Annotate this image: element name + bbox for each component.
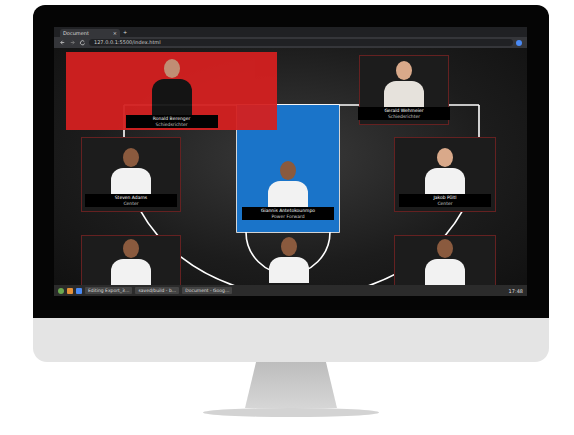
monitor-base bbox=[203, 408, 379, 417]
player-label: Gerald Wehmeier Schiedsrichter bbox=[358, 107, 450, 120]
player-photo bbox=[382, 61, 426, 107]
player-card[interactable] bbox=[81, 235, 181, 285]
taskbar-item[interactable]: Editing Export_3… bbox=[85, 287, 132, 294]
taskbar-item[interactable]: Document - Goog… bbox=[182, 287, 232, 294]
court: Ronald Berenger Schiedsrichter Gerald We… bbox=[54, 48, 527, 285]
monitor-bezel: Document × + 127.0.0.1:5500/index.html R… bbox=[33, 5, 549, 318]
player-name: Gerald Wehmeier bbox=[384, 108, 423, 114]
player-photo bbox=[423, 148, 467, 194]
player-role: Schiedsrichter bbox=[388, 114, 420, 120]
player-card[interactable]: Ronald Berenger Schiedsrichter bbox=[66, 52, 277, 130]
monitor-chin bbox=[33, 318, 549, 362]
player-photo bbox=[109, 239, 153, 285]
browser-tab[interactable]: Document × bbox=[60, 29, 120, 37]
taskbar: Editing Export_3…saved/build - b…Documen… bbox=[54, 285, 527, 296]
forward-icon[interactable] bbox=[69, 39, 76, 46]
player-label: Giannis Antetokounmpo Power Forward bbox=[242, 207, 334, 220]
url-field[interactable]: 127.0.0.1:5500/index.html bbox=[89, 39, 513, 46]
player-photo bbox=[423, 239, 467, 285]
screen: Document × + 127.0.0.1:5500/index.html R… bbox=[54, 27, 527, 296]
player-photo bbox=[147, 59, 197, 115]
player-name: Steven Adams bbox=[115, 195, 147, 201]
player-photo bbox=[267, 237, 311, 283]
player-card[interactable] bbox=[394, 235, 496, 285]
browser-icon[interactable] bbox=[76, 288, 82, 294]
player-name: Ronald Berenger bbox=[153, 116, 191, 122]
clock: 17:48 bbox=[509, 288, 523, 294]
back-icon[interactable] bbox=[59, 39, 66, 46]
tab-title: Document bbox=[63, 30, 89, 36]
player-name: Giannis Antetokounmpo bbox=[261, 208, 315, 214]
player-card[interactable]: Jakob Pöltl Center bbox=[394, 137, 496, 212]
player-card[interactable]: Steven Adams Center bbox=[81, 137, 181, 212]
player-label: Steven Adams Center bbox=[85, 194, 177, 207]
player-name: Jakob Pöltl bbox=[433, 195, 456, 201]
player-label: Ronald Berenger Schiedsrichter bbox=[126, 115, 218, 128]
player-card[interactable]: Gerald Wehmeier Schiedsrichter bbox=[359, 55, 449, 125]
player-role: Schiedsrichter bbox=[155, 122, 187, 128]
files-icon[interactable] bbox=[67, 288, 73, 294]
monitor: Document × + 127.0.0.1:5500/index.html R… bbox=[33, 5, 549, 435]
player-photo bbox=[266, 161, 310, 207]
profile-icon[interactable] bbox=[516, 40, 522, 46]
tab-bar: Document × + bbox=[54, 27, 527, 37]
menu-icon[interactable] bbox=[58, 288, 64, 294]
player-card[interactable] bbox=[261, 234, 317, 285]
address-bar: 127.0.0.1:5500/index.html bbox=[54, 37, 527, 48]
player-photo bbox=[109, 148, 153, 194]
monitor-stand bbox=[245, 362, 337, 408]
tab-close-button[interactable]: × bbox=[113, 30, 117, 36]
page: Document × + 127.0.0.1:5500/index.html R… bbox=[0, 0, 574, 435]
player-role: Power Forward bbox=[271, 214, 304, 220]
player-role: Center bbox=[123, 201, 138, 207]
player-label: Jakob Pöltl Center bbox=[399, 194, 491, 207]
player-role: Center bbox=[437, 201, 452, 207]
reload-icon[interactable] bbox=[79, 39, 86, 46]
new-tab-button[interactable]: + bbox=[123, 29, 127, 35]
taskbar-item[interactable]: saved/build - b… bbox=[135, 287, 179, 294]
